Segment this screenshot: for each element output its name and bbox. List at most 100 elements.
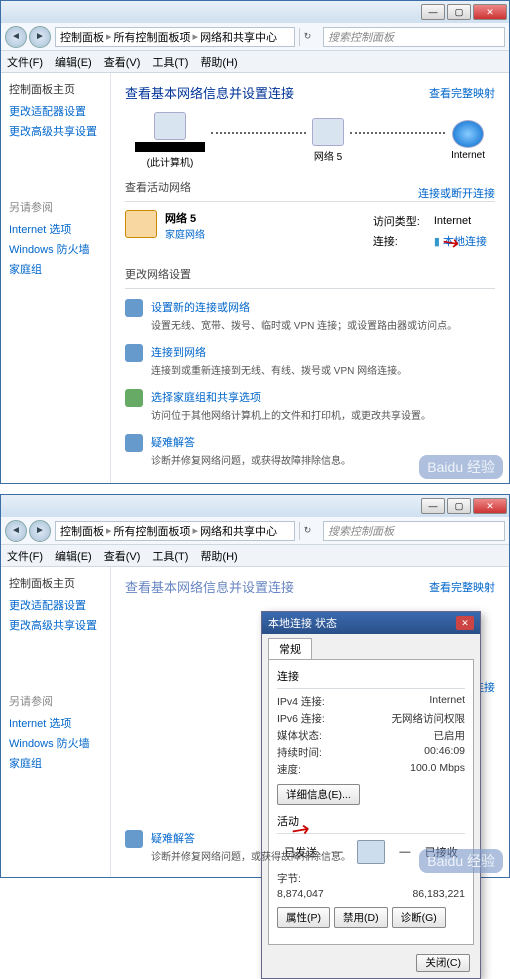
close-button[interactable]: ✕ [473,4,507,20]
menu-view[interactable]: 查看(V) [104,548,141,564]
properties-button[interactable]: 属性(P) [277,907,330,928]
sidebar-link-adapter[interactable]: 更改适配器设置 [9,103,102,119]
dialog-body: 连接 IPv4 连接:Internet IPv6 连接:无网络访问权限 媒体状态… [268,659,474,945]
sidebar-link-sharing[interactable]: 更改高级共享设置 [9,617,102,633]
close-dialog-button[interactable]: 关闭(C) [416,954,470,972]
bytes-recv: 86,183,221 [412,888,465,900]
net-line [211,132,306,134]
setup-connection-link[interactable]: 设置新的连接或网络 [151,299,457,315]
breadcrumb-item[interactable]: 网络和共享中心 [200,29,277,45]
sidebar-link-inetopts[interactable]: Internet 选项 [9,715,102,731]
dialog-title: 本地连接 状态 [268,615,337,631]
disable-button[interactable]: 禁用(D) [334,907,388,928]
connect-disconnect-link[interactable]: 连接或断开连接 [418,185,495,201]
troubleshoot-icon [125,434,143,452]
this-pc-icon: (此计算机) [135,112,205,169]
main-pane: 查看基本网络信息并设置连接 查看完整映射 (此计算机) 网络 5 Interne… [111,73,509,483]
menu-file[interactable]: 文件(F) [7,548,43,564]
network-icon: 网络 5 [312,118,344,163]
main-pane: 查看基本网络信息并设置连接 查看完整映射 连接或断开连接 本地连接 状态 ✕ 常… [111,567,509,877]
search-input[interactable]: 搜索控制面板 [323,27,505,47]
list-item: 设置新的连接或网络设置无线、宽带、拨号、临时或 VPN 连接；或设置路由器或访问… [125,293,495,338]
breadcrumb-item[interactable]: 所有控制面板项 [114,523,191,539]
troubleshoot-link[interactable]: 疑难解答 [151,434,351,450]
navbar: ◄ ► 控制面板▸ 所有控制面板项▸ 网络和共享中心 ↻ 搜索控制面板 [1,23,509,51]
see-also-heading: 另请参阅 [9,693,102,709]
window-2: — ▢ ✕ ◄ ► 控制面板▸ 所有控制面板项▸ 网络和共享中心 ↻ 搜索控制面… [0,494,510,878]
menu-tools[interactable]: 工具(T) [152,548,188,564]
window-1: — ▢ ✕ ◄ ► 控制面板▸ 所有控制面板项▸ 网络和共享中心 ↻ 搜索控制面… [0,0,510,484]
dialog-titlebar[interactable]: 本地连接 状态 ✕ [262,612,480,634]
troubleshoot-link[interactable]: 疑难解答 [151,830,351,846]
menu-help[interactable]: 帮助(H) [200,548,237,564]
sidebar-heading: 控制面板主页 [9,81,102,97]
router-icon [312,118,344,146]
minimize-button[interactable]: — [421,498,445,514]
net-line [350,132,445,134]
breadcrumb[interactable]: 控制面板▸ 所有控制面板项▸ 网络和共享中心 [55,521,295,541]
sidebar: 控制面板主页 更改适配器设置 更改高级共享设置 另请参阅 Internet 选项… [1,73,111,483]
menu-tools[interactable]: 工具(T) [152,54,188,70]
sidebar-link-firewall[interactable]: Windows 防火墙 [9,735,102,751]
house-icon [125,210,157,238]
forward-button[interactable]: ► [29,26,51,48]
menu-edit[interactable]: 编辑(E) [55,548,92,564]
search-input[interactable]: 搜索控制面板 [323,521,505,541]
troubleshoot-icon [125,830,143,848]
sidebar-heading: 控制面板主页 [9,575,102,591]
view-full-map-link[interactable]: 查看完整映射 [429,579,495,595]
menubar: 文件(F) 编辑(E) 查看(V) 工具(T) 帮助(H) [1,51,509,73]
diagnose-button[interactable]: 诊断(G) [392,907,446,928]
globe-icon [452,120,484,148]
sidebar-link-sharing[interactable]: 更改高级共享设置 [9,123,102,139]
homegroup-link[interactable]: 选择家庭组和共享选项 [151,389,431,405]
menu-help[interactable]: 帮助(H) [200,54,237,70]
network-category-link[interactable]: 家庭网络 [165,226,365,241]
view-full-map-link[interactable]: 查看完整映射 [429,85,495,101]
tab-general[interactable]: 常规 [268,638,312,659]
breadcrumb[interactable]: 控制面板▸ 所有控制面板项▸ 网络和共享中心 [55,27,295,47]
menu-view[interactable]: 查看(V) [104,54,141,70]
forward-button[interactable]: ► [29,520,51,542]
list-item: 选择家庭组和共享选项访问位于其他网络计算机上的文件和打印机，或更改共享设置。 [125,383,495,428]
menu-file[interactable]: 文件(F) [7,54,43,70]
breadcrumb-item[interactable]: 所有控制面板项 [114,29,191,45]
sidebar-link-homegroup[interactable]: 家庭组 [9,755,102,771]
menu-edit[interactable]: 编辑(E) [55,54,92,70]
connect-icon [125,344,143,362]
watermark: Baidu 经验 [419,455,503,479]
status-dialog: 本地连接 状态 ✕ 常规 连接 IPv4 连接:Internet IPv6 连接… [261,611,481,979]
signal-icon: ▮ [434,236,440,248]
back-button[interactable]: ◄ [5,26,27,48]
network-props: 访问类型:Internet 连接:▮ 本地连接 [365,210,495,252]
watermark: Baidu 经验 [419,849,503,873]
refresh-button[interactable]: ↻ [299,522,315,540]
titlebar: — ▢ ✕ [1,1,509,23]
network-name: 网络 5 [165,210,365,226]
computer-icon [154,112,186,140]
setup-icon [125,299,143,317]
refresh-button[interactable]: ↻ [299,28,315,46]
pc-label: (此计算机) [147,154,194,169]
sidebar-link-adapter[interactable]: 更改适配器设置 [9,597,102,613]
breadcrumb-item[interactable]: 网络和共享中心 [200,523,277,539]
maximize-button[interactable]: ▢ [447,4,471,20]
inet-label: Internet [451,150,485,161]
breadcrumb-item[interactable]: 控制面板 [60,29,104,45]
maximize-button[interactable]: ▢ [447,498,471,514]
local-connection-link[interactable]: 本地连接 [443,236,487,248]
sidebar-link-inetopts[interactable]: Internet 选项 [9,221,102,237]
minimize-button[interactable]: — [421,4,445,20]
settings-list: 设置新的连接或网络设置无线、宽带、拨号、临时或 VPN 连接；或设置路由器或访问… [125,293,495,473]
details-button[interactable]: 详细信息(E)... [277,784,360,805]
sidebar-link-firewall[interactable]: Windows 防火墙 [9,241,102,257]
active-network-row: 网络 5 家庭网络 访问类型:Internet 连接:▮ 本地连接 [125,206,495,256]
homegroup-icon [125,389,143,407]
dialog-close-button[interactable]: ✕ [456,616,474,630]
breadcrumb-item[interactable]: 控制面板 [60,523,104,539]
connect-network-link[interactable]: 连接到网络 [151,344,407,360]
back-button[interactable]: ◄ [5,520,27,542]
dialog-tabs: 常规 [262,634,480,659]
close-button[interactable]: ✕ [473,498,507,514]
sidebar-link-homegroup[interactable]: 家庭组 [9,261,102,277]
